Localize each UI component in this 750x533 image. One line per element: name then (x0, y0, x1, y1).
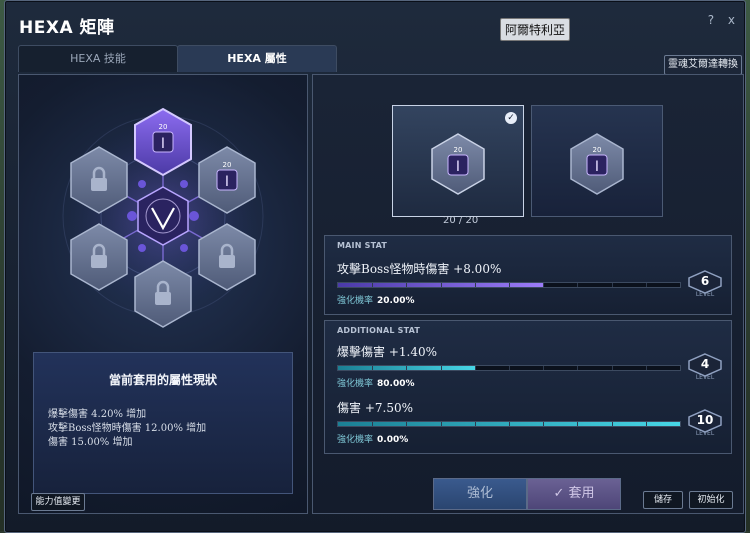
additional-stat-level-badge: 10 LEVEL (687, 409, 723, 439)
stat-detail-panel: ✓ I 20 I 20 20 / 20 MAIN STAT 攻擊Boss怪物時傷… (312, 74, 744, 514)
upgrade-button[interactable]: 強化 (433, 478, 527, 510)
hexa-slot-6-locked[interactable] (132, 259, 194, 329)
additional-stat-level-badge: 4 LEVEL (687, 353, 723, 383)
apply-button[interactable]: ✓ 套用 (527, 478, 621, 510)
bar-tick (645, 422, 647, 426)
main-stat-box: MAIN STAT 攻擊Boss怪物時傷害 +8.00% 強化機率 20.00% … (324, 235, 732, 315)
status-line: 傷害 15.00% 增加 (48, 437, 133, 448)
hexa-slot-2[interactable]: I 20 (196, 145, 258, 215)
tab-hexa-skill[interactable]: HEXA 技能 (18, 45, 178, 72)
bar-tick (440, 366, 442, 370)
bar-tick (645, 283, 647, 287)
main-stat-name: 攻擊Boss怪物時傷害 +8.00% (337, 262, 502, 276)
stat-change-button[interactable]: 能力值變更 (31, 493, 85, 511)
bar-tick (372, 366, 374, 370)
status-title: 當前套用的屬性現狀 (108, 373, 217, 387)
bar-tick (509, 422, 510, 426)
svg-text:I: I (595, 159, 599, 175)
card-count: 20 / 20 (443, 215, 479, 226)
svg-text:I: I (225, 174, 229, 190)
bar-tick (406, 422, 408, 426)
hexa-slot-4-locked[interactable] (68, 222, 130, 292)
bar-tick (406, 366, 408, 370)
card-level: 20 (454, 146, 463, 154)
tab-hexa-stat[interactable]: HEXA 屬性 (177, 45, 337, 72)
location-tooltip: 阿爾特利亞 (500, 18, 571, 41)
help-icon[interactable]: ? (708, 13, 714, 27)
additional-stat-rate: 強化機率 0.00% (337, 435, 409, 445)
status-line: 爆擊傷害 4.20% 增加 (48, 409, 147, 420)
additional-stat-name: 爆擊傷害 +1.40% (337, 345, 437, 359)
matrix-panel: I 20 I 20 當前套用的屬性現狀 爆擊傷害 4.20% 增加 攻擊Boss… (18, 74, 308, 514)
bar-tick (543, 283, 545, 287)
window-title: HEXA 矩陣 (19, 18, 115, 38)
slot-level-label: 20 (159, 123, 168, 131)
bar-tick (372, 422, 374, 426)
bar-tick (474, 422, 476, 426)
bar-tick (611, 422, 613, 426)
additional-stat-box: ADDITIONAL STAT 爆擊傷害 +1.40% 強化機率 80.00% 4… (324, 320, 732, 454)
save-button[interactable]: 儲存 (643, 491, 683, 509)
bar-tick (645, 366, 647, 370)
svg-text:I: I (161, 136, 165, 152)
bar-tick (543, 366, 545, 370)
main-stat-level-badge: 6 LEVEL (687, 270, 723, 300)
hexa-slot-1[interactable]: I 20 (132, 107, 194, 177)
soul-erda-convert-button[interactable]: 靈魂艾爾達轉換 (664, 55, 742, 75)
bar-tick (474, 366, 476, 370)
hexa-stat-card-1[interactable]: ✓ I 20 (392, 105, 524, 217)
additional-stat-level: 10 (696, 413, 714, 427)
slot-level-label: 20 (223, 161, 232, 169)
bar-tick (372, 283, 374, 287)
check-icon: ✓ (553, 486, 569, 501)
svg-text:I: I (456, 159, 460, 175)
main-stat-header: MAIN STAT (337, 241, 388, 250)
bar-tick (577, 366, 579, 370)
bar-tick (509, 283, 510, 287)
status-line: 攻擊Boss怪物時傷害 12.00% 增加 (48, 423, 207, 434)
bar-tick (509, 366, 510, 370)
reset-button[interactable]: 初始化 (689, 491, 733, 509)
bar-tick (577, 283, 579, 287)
hexa-matrix-window: HEXA 矩陣 ? x HEXA 技能 HEXA 屬性 靈魂艾爾達轉換 I 20… (4, 0, 746, 533)
bar-tick (611, 283, 613, 287)
additional-stat-name: 傷害 +7.50% (337, 401, 413, 415)
additional-stat-progress-bar (337, 365, 681, 371)
card-level: 20 (593, 146, 602, 154)
bar-tick (543, 422, 545, 426)
additional-stat-rate: 強化機率 80.00% (337, 379, 415, 389)
close-icon[interactable]: x (728, 13, 735, 27)
main-stat-level: 6 (700, 274, 710, 288)
bar-tick (611, 366, 613, 370)
bar-tick (440, 422, 442, 426)
bar-tick (474, 283, 476, 287)
main-stat-progress-bar (337, 282, 681, 288)
hexa-slot-5-locked[interactable] (196, 222, 258, 292)
additional-stat-level: 4 (700, 357, 710, 371)
bar-tick (577, 422, 579, 426)
additional-stat-progress-bar (337, 421, 681, 427)
hexa-stat-card-2[interactable]: I 20 (531, 105, 663, 217)
bar-tick (440, 283, 442, 287)
main-stat-rate: 強化機率 20.00% (337, 296, 415, 306)
hexa-slot-3-locked[interactable] (68, 145, 130, 215)
additional-stat-header: ADDITIONAL STAT (337, 326, 421, 335)
bar-tick (406, 283, 408, 287)
applied-stat-status: 當前套用的屬性現狀 爆擊傷害 4.20% 增加 攻擊Boss怪物時傷害 12.0… (33, 352, 293, 494)
